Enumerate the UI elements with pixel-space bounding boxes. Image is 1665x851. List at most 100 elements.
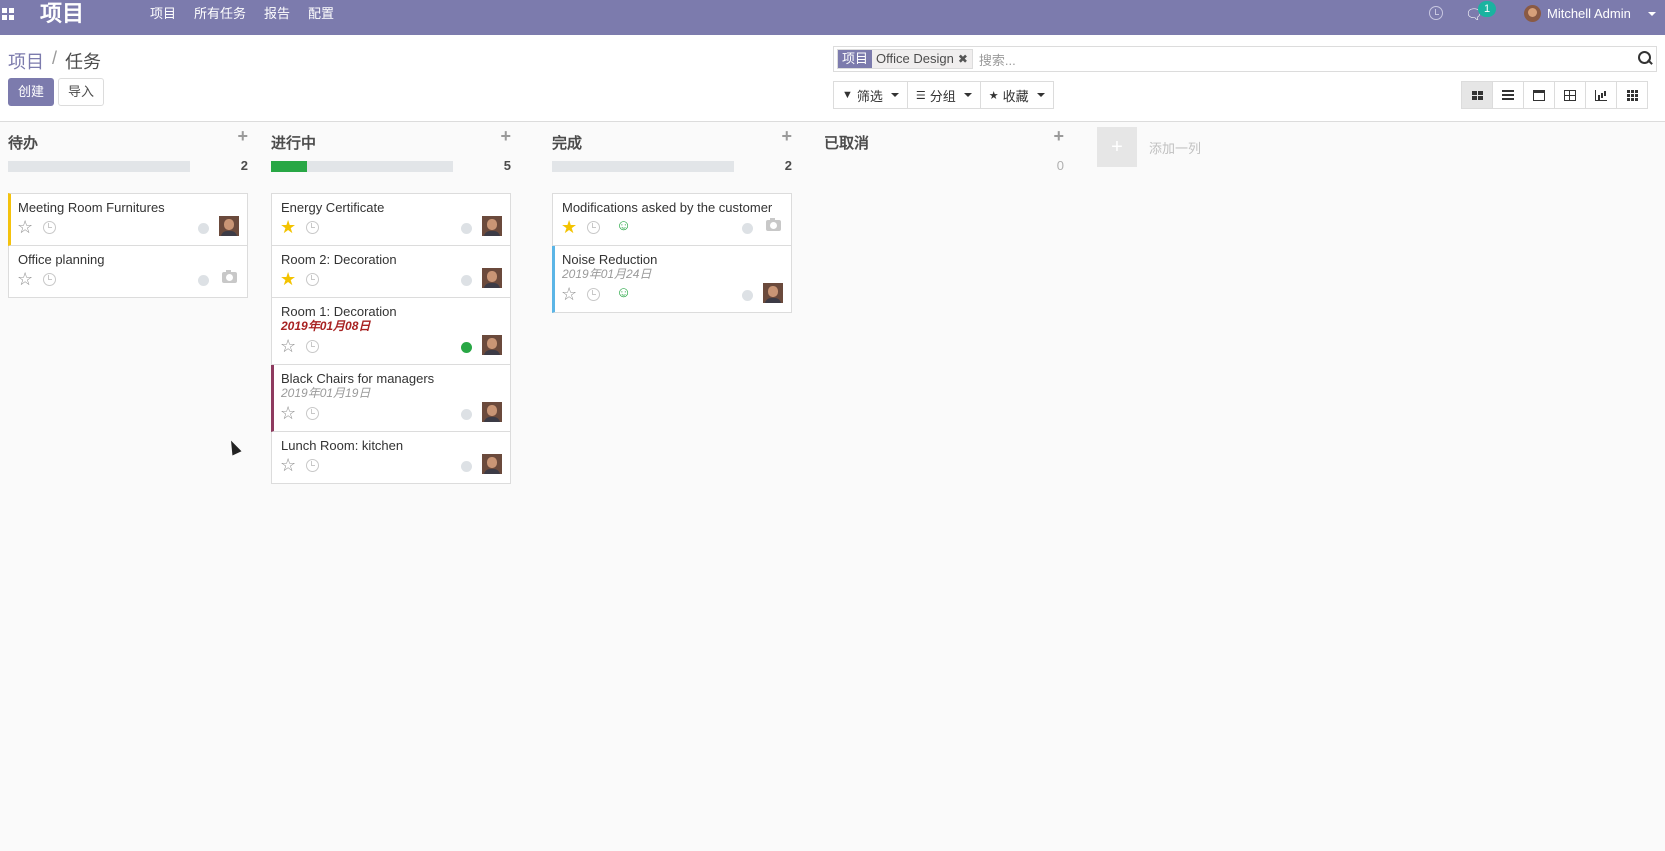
- activity-clock-icon[interactable]: [43, 273, 56, 286]
- activity-clock-icon[interactable]: [306, 273, 319, 286]
- kanban-state-dot[interactable]: [742, 223, 753, 234]
- kanban-card[interactable]: Modifications asked by the customer ★ ☺: [552, 193, 792, 246]
- column-title[interactable]: 待办: [8, 132, 38, 153]
- star-icon[interactable]: ★: [280, 269, 296, 289]
- card-footer: ☆: [280, 334, 502, 364]
- column-quick-create-icon[interactable]: +: [1053, 126, 1064, 147]
- apps-grid-icon[interactable]: [2, 8, 14, 20]
- groupby-dropdown-button[interactable]: ☰ 分组: [906, 81, 981, 109]
- list-view-button[interactable]: [1492, 81, 1524, 109]
- activity-clock-icon[interactable]: [306, 407, 319, 420]
- favorites-dropdown-button[interactable]: ★ 收藏: [979, 81, 1054, 109]
- user-name[interactable]: Mitchell Admin: [1547, 0, 1631, 28]
- kanban-state-dot[interactable]: [461, 409, 472, 420]
- card-title: Room 1: Decoration: [281, 304, 397, 319]
- column-quick-create-icon[interactable]: +: [237, 126, 248, 147]
- column-progress-bar[interactable]: [8, 161, 190, 172]
- kanban-state-dot[interactable]: [198, 275, 209, 286]
- grid-view-button[interactable]: [1616, 81, 1648, 109]
- search-icon[interactable]: [1638, 51, 1652, 65]
- star-icon[interactable]: ★: [561, 217, 577, 237]
- menu-item-configuration[interactable]: 配置: [299, 0, 343, 28]
- column-progress-bar[interactable]: [552, 161, 734, 172]
- card-footer: ☆: [17, 267, 239, 297]
- table-icon: [1564, 89, 1576, 101]
- column-cards: Modifications asked by the customer ★ ☺ …: [552, 193, 792, 313]
- star-icon[interactable]: ☆: [561, 284, 577, 304]
- kanban-state-dot[interactable]: [461, 223, 472, 234]
- star-icon[interactable]: ☆: [280, 336, 296, 356]
- kanban-card[interactable]: Noise Reduction 2019年01月24日 ☆ ☺: [552, 246, 792, 313]
- favorites-label: 收藏: [1002, 88, 1029, 104]
- assignee-avatar: [219, 216, 239, 236]
- breadcrumb-parent[interactable]: 项目: [8, 48, 44, 74]
- column-progress-bar[interactable]: [271, 161, 453, 172]
- user-caret-down-icon[interactable]: [1648, 12, 1656, 16]
- kanban-card[interactable]: Black Chairs for managers 2019年01月19日 ☆: [271, 365, 511, 432]
- card-footer: ☆: [280, 453, 502, 483]
- star-icon[interactable]: ☆: [17, 269, 33, 289]
- kanban-card[interactable]: Room 1: Decoration 2019年01月08日 ☆: [271, 298, 511, 365]
- kanban-state-dot[interactable]: [198, 223, 209, 234]
- activity-clock-icon[interactable]: [306, 340, 319, 353]
- kanban-column-in-progress: 进行中 + 5 Energy Certificate ★ Room 2: Dec…: [271, 122, 511, 484]
- add-column-button[interactable]: +: [1097, 127, 1137, 167]
- column-quick-create-icon[interactable]: +: [500, 126, 511, 147]
- smile-icon: ☺: [616, 284, 632, 301]
- activity-clock-icon[interactable]: [306, 459, 319, 472]
- calendar-view-button[interactable]: [1523, 81, 1555, 109]
- create-button[interactable]: 创建: [8, 78, 54, 106]
- graph-view-button[interactable]: [1585, 81, 1617, 109]
- column-title[interactable]: 已取消: [824, 132, 869, 153]
- kanban-icon: [1471, 90, 1483, 100]
- card-deadline: 2019年01月08日: [281, 319, 371, 333]
- activity-clock-icon[interactable]: [306, 221, 319, 234]
- column-quick-create-icon[interactable]: +: [781, 126, 792, 147]
- search-input[interactable]: 搜索...: [979, 50, 1016, 69]
- main-menu: 项目 所有任务 报告 配置: [141, 0, 343, 28]
- assignee-avatar: [482, 216, 502, 236]
- star-icon[interactable]: ☆: [280, 403, 296, 423]
- pivot-view-button[interactable]: [1554, 81, 1586, 109]
- kanban-card[interactable]: Meeting Room Furnitures ☆: [8, 193, 248, 246]
- column-cards: Meeting Room Furnitures ☆ Office plannin…: [8, 193, 248, 298]
- kanban-card[interactable]: Lunch Room: kitchen ☆: [271, 432, 511, 484]
- kanban-state-dot[interactable]: [461, 342, 472, 353]
- import-button[interactable]: 导入: [58, 78, 104, 106]
- kanban-state-dot[interactable]: [742, 290, 753, 301]
- top-navbar: 项目 项目 所有任务 报告 配置 🗨 1 Mitchell Admin: [0, 0, 1665, 35]
- assignee-avatar: [482, 268, 502, 288]
- star-icon[interactable]: ☆: [280, 455, 296, 475]
- facet-remove-icon[interactable]: ✖: [957, 50, 972, 68]
- activity-clock-icon[interactable]: [587, 288, 600, 301]
- kanban-column-todo: 待办 + 2 Meeting Room Furnitures ☆ Office …: [8, 122, 248, 298]
- activity-clock-icon[interactable]: [43, 221, 56, 234]
- menu-item-reports[interactable]: 报告: [255, 0, 299, 28]
- column-title[interactable]: 完成: [552, 132, 582, 153]
- assignee-avatar: [482, 335, 502, 355]
- kanban-state-dot[interactable]: [461, 461, 472, 472]
- column-cards: Energy Certificate ★ Room 2: Decoration …: [271, 193, 511, 484]
- progress-fill: [271, 161, 308, 172]
- calendar-icon: [1533, 89, 1545, 101]
- app-title: 项目: [40, 1, 85, 26]
- menu-item-all-tasks[interactable]: 所有任务: [185, 0, 255, 28]
- kanban-card[interactable]: Office planning ☆: [8, 246, 248, 298]
- column-title[interactable]: 进行中: [271, 132, 316, 153]
- user-avatar[interactable]: [1524, 5, 1541, 22]
- search-bar[interactable]: 项目 Office Design ✖ 搜索...: [833, 46, 1657, 72]
- filter-dropdown-button[interactable]: ▼ 筛选: [833, 81, 908, 109]
- star-icon[interactable]: ☆: [17, 217, 33, 237]
- bar-chart-icon: [1595, 89, 1607, 101]
- kanban-card[interactable]: Room 2: Decoration ★: [271, 246, 511, 298]
- grid-icon: [1626, 89, 1638, 101]
- kanban-view-button[interactable]: [1461, 81, 1493, 109]
- kanban-card[interactable]: Energy Certificate ★: [271, 193, 511, 246]
- star-icon[interactable]: ★: [280, 217, 296, 237]
- activity-clock-icon[interactable]: [1429, 6, 1443, 20]
- activity-clock-icon[interactable]: [587, 221, 600, 234]
- menu-item-projects[interactable]: 项目: [141, 0, 185, 28]
- mouse-cursor-icon: [226, 438, 242, 456]
- add-column-label[interactable]: 添加一列: [1149, 138, 1201, 157]
- kanban-state-dot[interactable]: [461, 275, 472, 286]
